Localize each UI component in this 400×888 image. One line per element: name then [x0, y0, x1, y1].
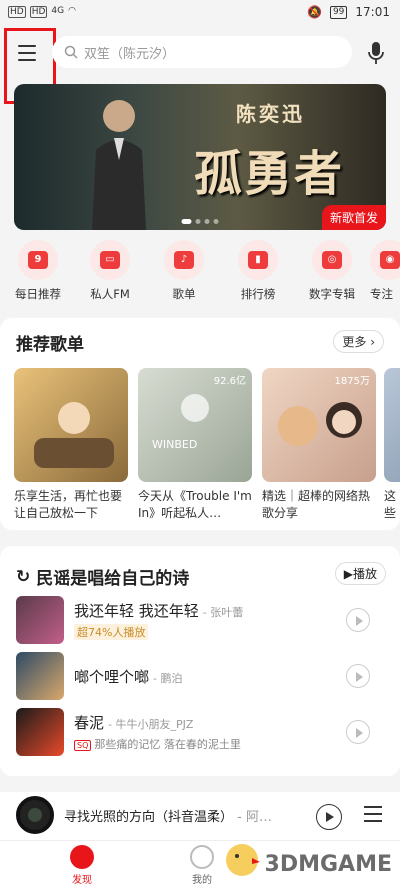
- bell-off-icon: 🔕: [307, 5, 322, 19]
- quick-entry-label: 每日推荐: [15, 287, 61, 301]
- wifi-icon: ◠: [68, 6, 76, 16]
- battery-icon: 99: [329, 5, 348, 19]
- playlist-cover: [14, 368, 128, 482]
- play-icon: ▶: [343, 567, 353, 581]
- clock: 17:01: [355, 5, 390, 19]
- song-title: 啷个哩个啷: [74, 668, 150, 686]
- radio-icon: ▭: [90, 240, 130, 280]
- playlist-name: 乐享生活，再忙也要让自己放松一下: [14, 489, 123, 520]
- song-title: 春泥: [74, 714, 105, 732]
- queue-icon[interactable]: [364, 806, 382, 822]
- section-title: 推荐歌单: [16, 335, 84, 355]
- more-button[interactable]: 更多 ›: [333, 330, 384, 353]
- refresh-icon[interactable]: ↻: [16, 567, 30, 587]
- play-icon[interactable]: [346, 720, 370, 744]
- quick-entry-label: 私人FM: [90, 287, 130, 301]
- hd-icon: HD: [8, 6, 26, 18]
- tab-label: 发现: [72, 875, 92, 886]
- playlist-cover: [384, 368, 400, 482]
- playlist-card[interactable]: 乐享生活，再忙也要让自己放松一下: [14, 368, 128, 522]
- folk-section-card: ↻ 民谣是唱给自己的诗 ▶播放 我还年轻 我还年轻 - 张叶蕾 超74%人播放 啷…: [0, 546, 400, 776]
- signal-indicators: HD HD 4G ◠: [8, 6, 76, 18]
- play-all-button[interactable]: ▶播放: [334, 562, 386, 585]
- discover-icon: [70, 845, 94, 869]
- calendar-icon: 9: [18, 240, 58, 280]
- playlist-icon: ♪: [164, 240, 204, 280]
- song-artist: - 牛牛小朋友_PJZ: [108, 718, 194, 731]
- sq-badge: SQ: [74, 740, 92, 751]
- focus-icon: ◉: [370, 240, 400, 280]
- playlist-button[interactable]: ♪ 歌单: [154, 240, 214, 302]
- tab-discover[interactable]: 发现: [52, 845, 112, 886]
- promo-banner[interactable]: 陈奕迅 孤勇者 新歌首发: [14, 84, 386, 230]
- song-artist: - 张叶蕾: [202, 606, 244, 619]
- play-label: 播放: [352, 567, 377, 581]
- player-artist: - 阿…: [237, 810, 272, 825]
- chart-icon: ▮: [238, 240, 278, 280]
- banner-tag: 新歌首发: [321, 205, 386, 230]
- quick-entry-label: 数字专辑: [309, 287, 355, 301]
- watermark: 3DMGAME: [264, 852, 392, 877]
- artist-photo: [92, 100, 146, 230]
- top-bar: 双笙（陈元汐）: [0, 28, 400, 104]
- song-row[interactable]: 春泥 - 牛牛小朋友_PJZ SQ 那些痛的记忆 落在春的泥土里: [16, 708, 384, 758]
- recommended-playlists-card: 推荐歌单 更多 › 乐享生活，再忙也要让自己放松一下 WINBED 92.6亿 …: [0, 318, 400, 530]
- playlist-cover: WINBED 92.6亿: [138, 368, 252, 482]
- focus-button[interactable]: ◉ 专注: [370, 240, 400, 302]
- quick-entry-label: 歌单: [172, 287, 196, 301]
- album-icon: ◎: [312, 240, 352, 280]
- quick-entry-label: 排行榜: [240, 287, 276, 301]
- personal-fm-button[interactable]: ▭ 私人FM: [80, 240, 140, 302]
- song-cover: [16, 708, 64, 756]
- search-placeholder: 双笙（陈元汐）: [84, 46, 176, 62]
- daily-recommend-button[interactable]: 9 每日推荐: [8, 240, 68, 302]
- song-cover: [16, 596, 64, 644]
- hd-icon: HD: [29, 6, 48, 18]
- playlist-card[interactable]: 1875万 精选｜超棒的网络热歌分享: [262, 368, 376, 522]
- more-label: 更多: [342, 335, 367, 349]
- song-cover: [16, 652, 64, 700]
- play-count: 1875万: [334, 376, 370, 387]
- watermark-logo: [226, 844, 260, 876]
- play-count: 92.6亿: [213, 376, 246, 387]
- play-pause-button[interactable]: [316, 804, 342, 830]
- album-disc: [16, 796, 54, 834]
- banner-artist: 陈奕迅: [236, 102, 305, 126]
- mini-player[interactable]: 寻找光照的方向（抖音温柔） - 阿…: [0, 792, 400, 840]
- song-subtitle: 超74%人播放: [74, 624, 149, 640]
- playlist-name: 今天从《Trouble I'm In》听起私人…: [138, 489, 252, 520]
- song-title: 我还年轻 我还年轻: [74, 602, 199, 620]
- tab-label: 我的: [192, 875, 212, 886]
- playlist-name: 这些循环: [384, 489, 397, 520]
- song-row[interactable]: 我还年轻 我还年轻 - 张叶蕾 超74%人播放: [16, 596, 384, 646]
- microphone-icon[interactable]: [366, 40, 386, 66]
- playlist-card[interactable]: 这些循环: [384, 368, 400, 522]
- song-row[interactable]: 啷个哩个啷 - 鹏泊: [16, 652, 384, 702]
- search-icon: [64, 45, 78, 59]
- quick-entries: 9 每日推荐 ▭ 私人FM ♪ 歌单 ▮ 排行榜 ◎ 数字专辑 ◉ 专注: [0, 240, 400, 310]
- playlist-cover: 1875万: [262, 368, 376, 482]
- banner-pager: [181, 219, 219, 224]
- svg-text:WINBED: WINBED: [152, 438, 197, 451]
- playlist-card[interactable]: WINBED 92.6亿 今天从《Trouble I'm In》听起私人…: [138, 368, 252, 522]
- hamburger-icon: [18, 45, 36, 61]
- play-icon[interactable]: [346, 664, 370, 688]
- ranking-button[interactable]: ▮ 排行榜: [228, 240, 288, 302]
- player-title: 寻找光照的方向（抖音温柔）: [64, 810, 234, 825]
- status-bar: HD HD 4G ◠ 🔕 99 17:01: [0, 0, 400, 28]
- quick-entry-label: 专注: [370, 287, 393, 301]
- song-subtitle: 那些痛的记忆 落在春的泥土里: [94, 738, 241, 751]
- network-label: 4G: [51, 6, 65, 16]
- search-input[interactable]: 双笙（陈元汐）: [52, 36, 352, 68]
- section-title: 民谣是唱给自己的诗: [36, 569, 190, 589]
- playlist-name: 精选｜超棒的网络热歌分享: [262, 489, 371, 520]
- play-icon[interactable]: [346, 608, 370, 632]
- song-artist: - 鹏泊: [153, 672, 183, 685]
- banner-song: 孤勇者: [194, 146, 345, 202]
- digital-album-button[interactable]: ◎ 数字专辑: [302, 240, 362, 302]
- chevron-right-icon: ›: [370, 335, 375, 349]
- music-note-icon: [190, 845, 214, 869]
